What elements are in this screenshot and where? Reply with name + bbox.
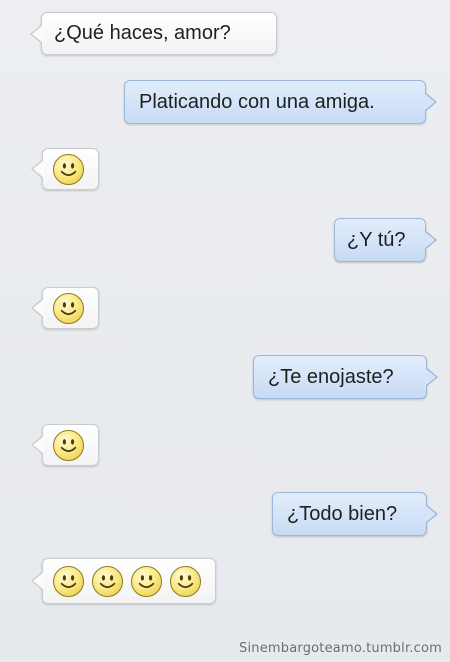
- message-incoming: ¿Qué haces, amor?: [30, 12, 277, 55]
- message-text: ¿Todo bien?: [287, 502, 398, 525]
- message-text: ¿Qué haces, amor?: [54, 22, 231, 44]
- watermark-credit: Sinembargoteamo.tumblr.com: [239, 641, 442, 656]
- smiley-icon: [92, 565, 123, 597]
- smiley-icon: [53, 292, 84, 324]
- message-text: ¿Y tú?: [347, 228, 406, 251]
- smiley-icon: [131, 565, 162, 597]
- message-outgoing: ¿Todo bien?: [272, 492, 438, 536]
- smiley-icon: [53, 429, 84, 461]
- message-outgoing: ¿Te enojaste?: [253, 355, 438, 399]
- message-text: Platicando con una amiga.: [139, 90, 375, 113]
- chat-window: ¿Qué haces, amor? Platicando con una ami…: [0, 0, 450, 662]
- message-outgoing: Platicando con una amiga.: [124, 80, 437, 124]
- message-incoming-emoji: [31, 287, 99, 329]
- message-outgoing: ¿Y tú?: [334, 218, 437, 262]
- message-incoming-emoji: [31, 558, 216, 604]
- smiley-icon: [53, 153, 84, 185]
- smiley-icon: [170, 565, 201, 597]
- message-incoming-emoji: [31, 424, 99, 466]
- smiley-icon: [53, 565, 84, 597]
- message-incoming-emoji: [31, 148, 99, 190]
- message-text: ¿Te enojaste?: [268, 365, 394, 388]
